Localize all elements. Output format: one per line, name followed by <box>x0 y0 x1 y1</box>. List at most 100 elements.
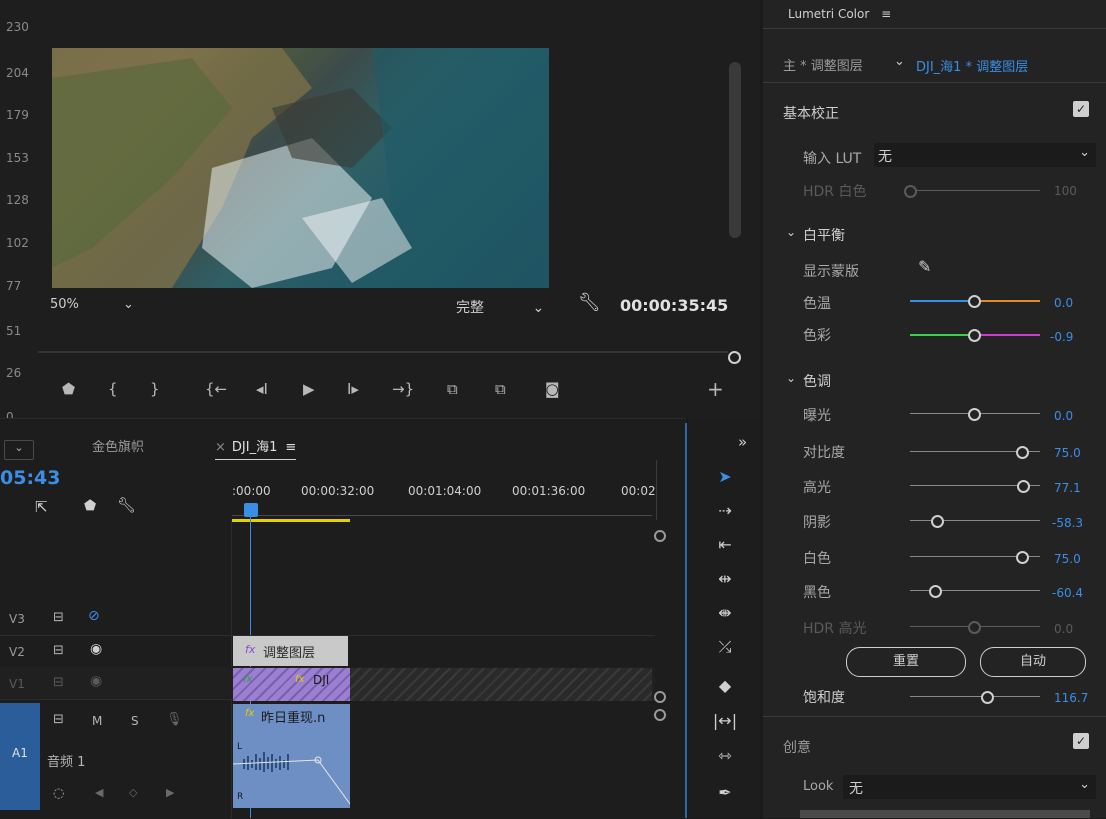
hdr-specular-knob[interactable] <box>968 621 981 634</box>
go-to-in-icon[interactable]: {← <box>205 380 227 398</box>
slide-tool-icon[interactable]: |↔| <box>710 711 740 730</box>
step-back-icon[interactable]: ◂I <box>256 380 268 398</box>
exposure-knob[interactable] <box>968 408 981 421</box>
look-preview[interactable] <box>800 810 1090 818</box>
saturation-value[interactable]: 116.7 <box>1054 691 1088 705</box>
exposure-value[interactable]: 0.0 <box>1054 409 1073 423</box>
tint-value[interactable]: -0.9 <box>1050 330 1073 344</box>
rolling-edit-tool-icon[interactable]: ⇹ <box>710 569 740 588</box>
hdr-white-value[interactable]: 100 <box>1054 184 1077 198</box>
pen-icon[interactable]: ✒︎ <box>710 783 740 802</box>
scrub-end-knob[interactable] <box>728 351 741 364</box>
temp-value[interactable]: 0.0 <box>1054 296 1073 310</box>
lift-icon[interactable]: ⧉ <box>447 380 458 398</box>
hdr-white-slider[interactable] <box>910 190 1040 191</box>
eyedropper-icon[interactable]: ✎ <box>918 257 931 276</box>
quality-select[interactable]: 完整 ⌄ <box>456 297 544 317</box>
chevron-down-icon[interactable]: ⌄ <box>786 371 796 385</box>
chevron-down-icon[interactable]: ⌄ <box>786 225 796 239</box>
section-basic[interactable]: 基本校正 <box>783 103 839 123</box>
selection-tool-icon[interactable]: ➤ <box>710 467 740 486</box>
ripple-edit-tool-icon[interactable]: ⇤ <box>710 535 740 554</box>
zoom-select[interactable]: 50% ⌄ <box>50 297 134 312</box>
temp-knob[interactable] <box>968 295 981 308</box>
chevron-down-icon[interactable]: ⌄ <box>894 54 905 69</box>
film-icon[interactable]: ⊟ <box>53 643 64 658</box>
clip-audio[interactable]: fx 昨日重现.n L R <box>233 704 350 808</box>
temp-slider-cool[interactable] <box>910 300 972 302</box>
film-icon[interactable]: ⊟ <box>53 610 64 625</box>
saturation-slider[interactable] <box>910 696 1040 697</box>
panel-dropdown[interactable]: ⌄ <box>4 440 34 460</box>
play-icon[interactable]: ▶ <box>303 380 315 398</box>
video-frame[interactable] <box>52 48 549 288</box>
eye-icon[interactable]: ◉ <box>90 673 102 689</box>
slip-tool-icon[interactable]: ◆ <box>710 676 740 695</box>
track-zoom-knob[interactable] <box>654 530 666 542</box>
wrench-icon[interactable]: 🔧︎ <box>117 496 136 514</box>
whites-value[interactable]: 75.0 <box>1054 552 1081 566</box>
film-icon[interactable]: ⊟ <box>53 675 64 690</box>
tab-active[interactable]: × DJI_海1 ≡ <box>215 436 297 460</box>
track-zoom-knob[interactable] <box>654 691 666 703</box>
timecode[interactable]: 00:00:35:45 <box>620 296 728 315</box>
tint-slider-magenta[interactable] <box>978 334 1040 336</box>
marker-icon[interactable]: ⬟ <box>62 380 75 398</box>
add-button-icon[interactable]: + <box>707 377 724 401</box>
monitor-scrollbar[interactable] <box>729 62 741 238</box>
saturation-knob[interactable] <box>981 691 994 704</box>
wrench-icon[interactable]: 🔧︎ <box>578 292 601 313</box>
track-a1-name[interactable]: 音频 1 <box>47 751 85 770</box>
microphone-icon[interactable]: 🎙︎ <box>166 712 183 727</box>
source-main[interactable]: 主 * 调整图层 <box>783 55 863 74</box>
reset-button[interactable]: 重置 <box>846 647 966 677</box>
tint-slider-green[interactable] <box>910 334 972 336</box>
hdr-white-knob[interactable] <box>904 185 917 198</box>
source-clip[interactable]: DJI_海1 * 调整图层 <box>916 56 1028 75</box>
highlights-knob[interactable] <box>1017 480 1030 493</box>
close-icon[interactable]: × <box>215 440 226 455</box>
timeline-vscroll[interactable] <box>656 460 657 520</box>
solo-button[interactable]: S <box>131 714 139 728</box>
rate-stretch-tool-icon[interactable]: ⇼ <box>710 603 740 622</box>
timeline-current-time[interactable]: 05:43 <box>0 467 60 489</box>
add-keyframe-icon[interactable]: ◇ <box>129 786 137 799</box>
next-keyframe-icon[interactable]: ▶ <box>166 786 174 799</box>
track-select-tool-icon[interactable]: ⇢ <box>710 501 740 520</box>
snap-icon[interactable]: ⇱ <box>35 498 48 516</box>
section-tone[interactable]: 色调 <box>803 371 831 391</box>
whites-knob[interactable] <box>1016 551 1029 564</box>
auto-button[interactable]: 自动 <box>980 647 1086 677</box>
go-to-out-icon[interactable]: →} <box>392 380 414 398</box>
shadows-knob[interactable] <box>931 515 944 528</box>
playhead-handle[interactable] <box>244 503 258 517</box>
export-frame-icon[interactable]: ◙ <box>545 380 560 398</box>
clip-dji[interactable]: fx fx DJI <box>233 668 350 701</box>
razor-tool-icon[interactable]: ⤰ <box>710 637 740 657</box>
section-creative[interactable]: 创意 <box>783 737 811 757</box>
section-white-balance[interactable]: 白平衡 <box>803 225 845 245</box>
temp-slider-warm[interactable] <box>978 300 1040 302</box>
highlights-value[interactable]: 77.1 <box>1054 481 1081 495</box>
tab-inactive[interactable]: 金色旗帜 <box>92 436 144 455</box>
creative-enable-checkbox[interactable]: ✓ <box>1073 733 1089 749</box>
tint-knob[interactable] <box>968 329 981 342</box>
mute-button[interactable]: M <box>92 714 102 728</box>
mark-in-icon[interactable]: { <box>108 380 118 398</box>
marker-icon[interactable]: ⬟ <box>84 498 96 514</box>
blacks-value[interactable]: -60.4 <box>1052 586 1083 600</box>
mark-out-icon[interactable]: } <box>150 380 160 398</box>
time-ruler[interactable] <box>232 505 652 516</box>
shadows-slider[interactable] <box>910 520 1040 521</box>
contrast-knob[interactable] <box>1016 446 1029 459</box>
pen-tool-icon[interactable]: ⇿ <box>710 746 740 765</box>
step-forward-icon[interactable]: I▸ <box>347 380 359 398</box>
prev-keyframe-icon[interactable]: ◀ <box>95 786 103 799</box>
blacks-knob[interactable] <box>929 585 942 598</box>
shadows-value[interactable]: -58.3 <box>1052 516 1083 530</box>
eye-icon[interactable]: ◉ <box>90 641 102 657</box>
contrast-value[interactable]: 75.0 <box>1054 446 1081 460</box>
hdr-specular-value[interactable]: 0.0 <box>1054 622 1073 636</box>
clip-adjustment-layer[interactable]: fx 调整图层 <box>233 636 348 666</box>
basic-enable-checkbox[interactable]: ✓ <box>1073 101 1089 117</box>
